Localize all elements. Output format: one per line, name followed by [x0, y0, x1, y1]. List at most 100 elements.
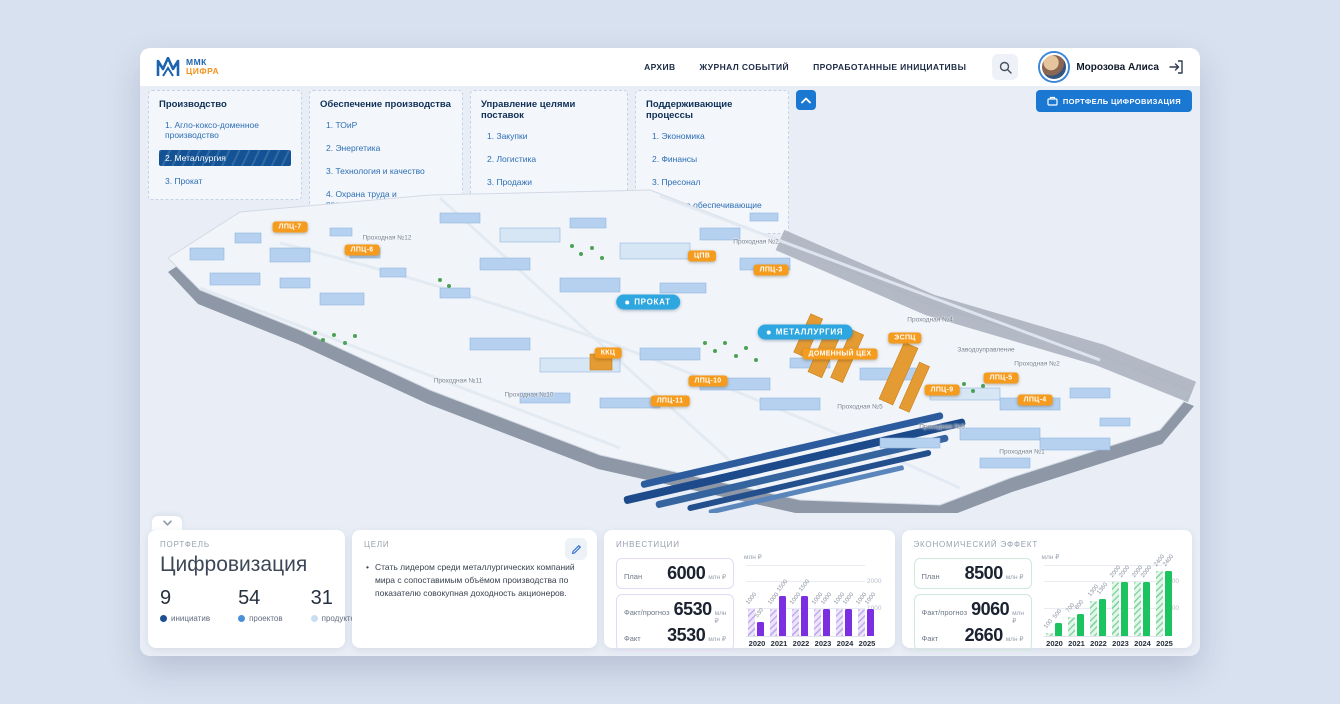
goal-item: Стать лидером среди металлургических ком…: [366, 561, 581, 599]
x-tick-label: 2022: [790, 639, 812, 648]
investments-fact-box: Факт/прогноз 6530млн ₽ Факт 3530млн ₽: [616, 594, 734, 651]
map-place-label: Проходная №6: [919, 424, 964, 431]
menu-item[interactable]: 2. Металлургия: [159, 150, 291, 166]
menu-item[interactable]: 1. Закупки: [481, 128, 617, 144]
menu-group-production: Производство 1. Агло-коксо-доменное прои…: [148, 90, 302, 200]
fact-bar: [1121, 582, 1128, 636]
plan-bar: [1112, 582, 1119, 636]
investments-chart: млн ₽ 1000200010005301000150010001500100…: [744, 553, 883, 651]
logo: ММК ЦИФРА: [156, 57, 219, 77]
plan-bar: [1090, 601, 1097, 636]
x-tick-label: 2023: [1110, 639, 1132, 648]
menu-item[interactable]: 1. Экономика: [646, 128, 778, 144]
collapse-menu-button[interactable]: [796, 90, 816, 110]
chevron-down-icon: [163, 520, 172, 526]
menu-item[interactable]: 2. Логистика: [481, 151, 617, 167]
goals-card: ЦЕЛИ Стать лидером среди металлургически…: [352, 530, 597, 648]
menu-item[interactable]: 2. Энергетика: [320, 140, 452, 156]
nav-archive[interactable]: АРХИВ: [644, 62, 675, 72]
collapse-cards-button[interactable]: [152, 516, 182, 530]
plan-value: 6000: [667, 563, 705, 584]
map-place-label: Проходная №2: [733, 239, 778, 246]
map-shop-badge[interactable]: ЛПЦ-6: [345, 245, 380, 256]
portfolio-card: ПОРТФЕЛЬ Цифровизация 9инициатив54проект…: [148, 530, 345, 648]
map-place-label: Проходная №10: [504, 392, 553, 399]
nav-journal[interactable]: ЖУРНАЛ СОБЫТИЙ: [700, 62, 790, 72]
forecast-value: 6530: [674, 599, 712, 620]
plan-bar: [858, 609, 865, 636]
pencil-icon: [571, 544, 582, 555]
map-place-label: Проходная №4: [907, 317, 952, 324]
x-tick-label: 2024: [834, 639, 856, 648]
logo-text-line2: ЦИФРА: [186, 67, 219, 76]
fact-label: Факт: [624, 634, 641, 643]
map-shop-badge[interactable]: ЛПЦ-5: [984, 373, 1019, 384]
map-shop-badge[interactable]: ЛПЦ-11: [651, 396, 690, 407]
forecast-label: Факт/прогноз: [922, 608, 968, 617]
map-shop-badge[interactable]: ККЦ: [595, 348, 622, 359]
economic-card-label: ЭКОНОМИЧЕСКИЙ ЭФФЕКТ: [914, 540, 1181, 549]
menu-item[interactable]: 3. Технология и качество: [320, 163, 452, 179]
economic-chart: млн ₽ 1000200010050070080013001360200020…: [1042, 553, 1181, 651]
plan-value: 8500: [965, 563, 1003, 584]
search-icon: [999, 61, 1012, 74]
bar-value-label: 500: [1052, 608, 1063, 620]
map-place-label: Проходная №11: [434, 378, 483, 385]
map-area-badge[interactable]: ПРОКАТ: [616, 295, 680, 310]
map-shop-badge[interactable]: ЛПЦ-4: [1018, 395, 1053, 406]
nav-initiatives[interactable]: ПРОРАБОТАННЫЕ ИНИЦИАТИВЫ: [813, 62, 966, 72]
x-tick-label: 2020: [1044, 639, 1066, 648]
bar-value-label: 800: [1074, 600, 1085, 612]
menu-item[interactable]: 1. ТОиР: [320, 117, 452, 133]
plan-unit: млн ₽: [708, 573, 726, 581]
logout-icon: [1169, 60, 1184, 74]
map-shop-badge[interactable]: ЭСПЦ: [888, 333, 921, 344]
fact-bar: [867, 609, 874, 636]
plan-bar: [836, 609, 843, 636]
portfolio-digitalization-button[interactable]: ПОРТФЕЛЬ ЦИФРОВИЗАЦИЯ: [1036, 90, 1192, 112]
bottom-cards: ПОРТФЕЛЬ Цифровизация 9инициатив54проект…: [148, 530, 1192, 648]
map-place-label: Проходная №5: [837, 404, 882, 411]
map-shop-badge[interactable]: ЛПЦ-10: [689, 376, 728, 387]
y-axis-label: млн ₽: [744, 553, 762, 561]
bar-value-label: 700: [1065, 603, 1076, 615]
menu-group-title: Обеспечение производства: [320, 99, 452, 110]
x-tick-label: 2020: [746, 639, 768, 648]
map-shop-badge[interactable]: ДОМЕННЫЙ ЦЕХ: [803, 349, 878, 360]
portfolio-card-title: Цифровизация: [160, 553, 333, 577]
menu-item[interactable]: 3. Прокат: [159, 173, 291, 189]
logout-button[interactable]: [1169, 60, 1184, 74]
portfolio-digitalization-label: ПОРТФЕЛЬ ЦИФРОВИЗАЦИЯ: [1063, 97, 1181, 106]
map-shop-badge[interactable]: ЛПЦ-7: [273, 222, 308, 233]
fact-bar: [1077, 614, 1084, 636]
map-shop-badge[interactable]: ЦПВ: [688, 251, 716, 262]
briefcase-icon: [1047, 96, 1058, 106]
menu-item[interactable]: 2. Финансы: [646, 151, 778, 167]
fact-bar: [801, 596, 808, 636]
stat-dot-icon: [311, 615, 318, 622]
forecast-value: 9060: [971, 599, 1009, 620]
edit-goals-button[interactable]: [565, 538, 587, 560]
plan-label: План: [922, 572, 940, 581]
fact-bar: [1143, 582, 1150, 636]
map-shop-badge[interactable]: ЛПЦ-9: [925, 385, 960, 396]
fact-label: Факт: [922, 634, 939, 643]
menu-item[interactable]: 1. Агло-коксо-доменное производство: [159, 117, 291, 143]
search-button[interactable]: [992, 54, 1018, 80]
app-window: ММК ЦИФРА АРХИВ ЖУРНАЛ СОБЫТИЙ ПРОРАБОТА…: [140, 48, 1200, 656]
x-tick-label: 2021: [1066, 639, 1088, 648]
investments-card-label: ИНВЕСТИЦИИ: [616, 540, 883, 549]
map-place-label: Проходная №12: [362, 235, 411, 242]
x-tick-label: 2025: [856, 639, 878, 648]
x-tick-label: 2021: [768, 639, 790, 648]
map-shop-badge[interactable]: ЛПЦ-3: [754, 265, 789, 276]
plan-bar: [814, 609, 821, 636]
map-area-badge[interactable]: МЕТАЛЛУРГИЯ: [758, 325, 853, 340]
user-menu[interactable]: Морозова Алиса: [1040, 53, 1159, 81]
menu-group-title: Производство: [159, 99, 291, 110]
investments-legend: ПЛАН ФАКТ/ПРОГНОЗ: [616, 651, 734, 656]
goals-card-label: ЦЕЛИ: [364, 540, 585, 549]
fact-bar: [757, 622, 764, 636]
bar-value-label: 1000: [745, 592, 758, 606]
badge-dot-icon: [625, 300, 629, 304]
